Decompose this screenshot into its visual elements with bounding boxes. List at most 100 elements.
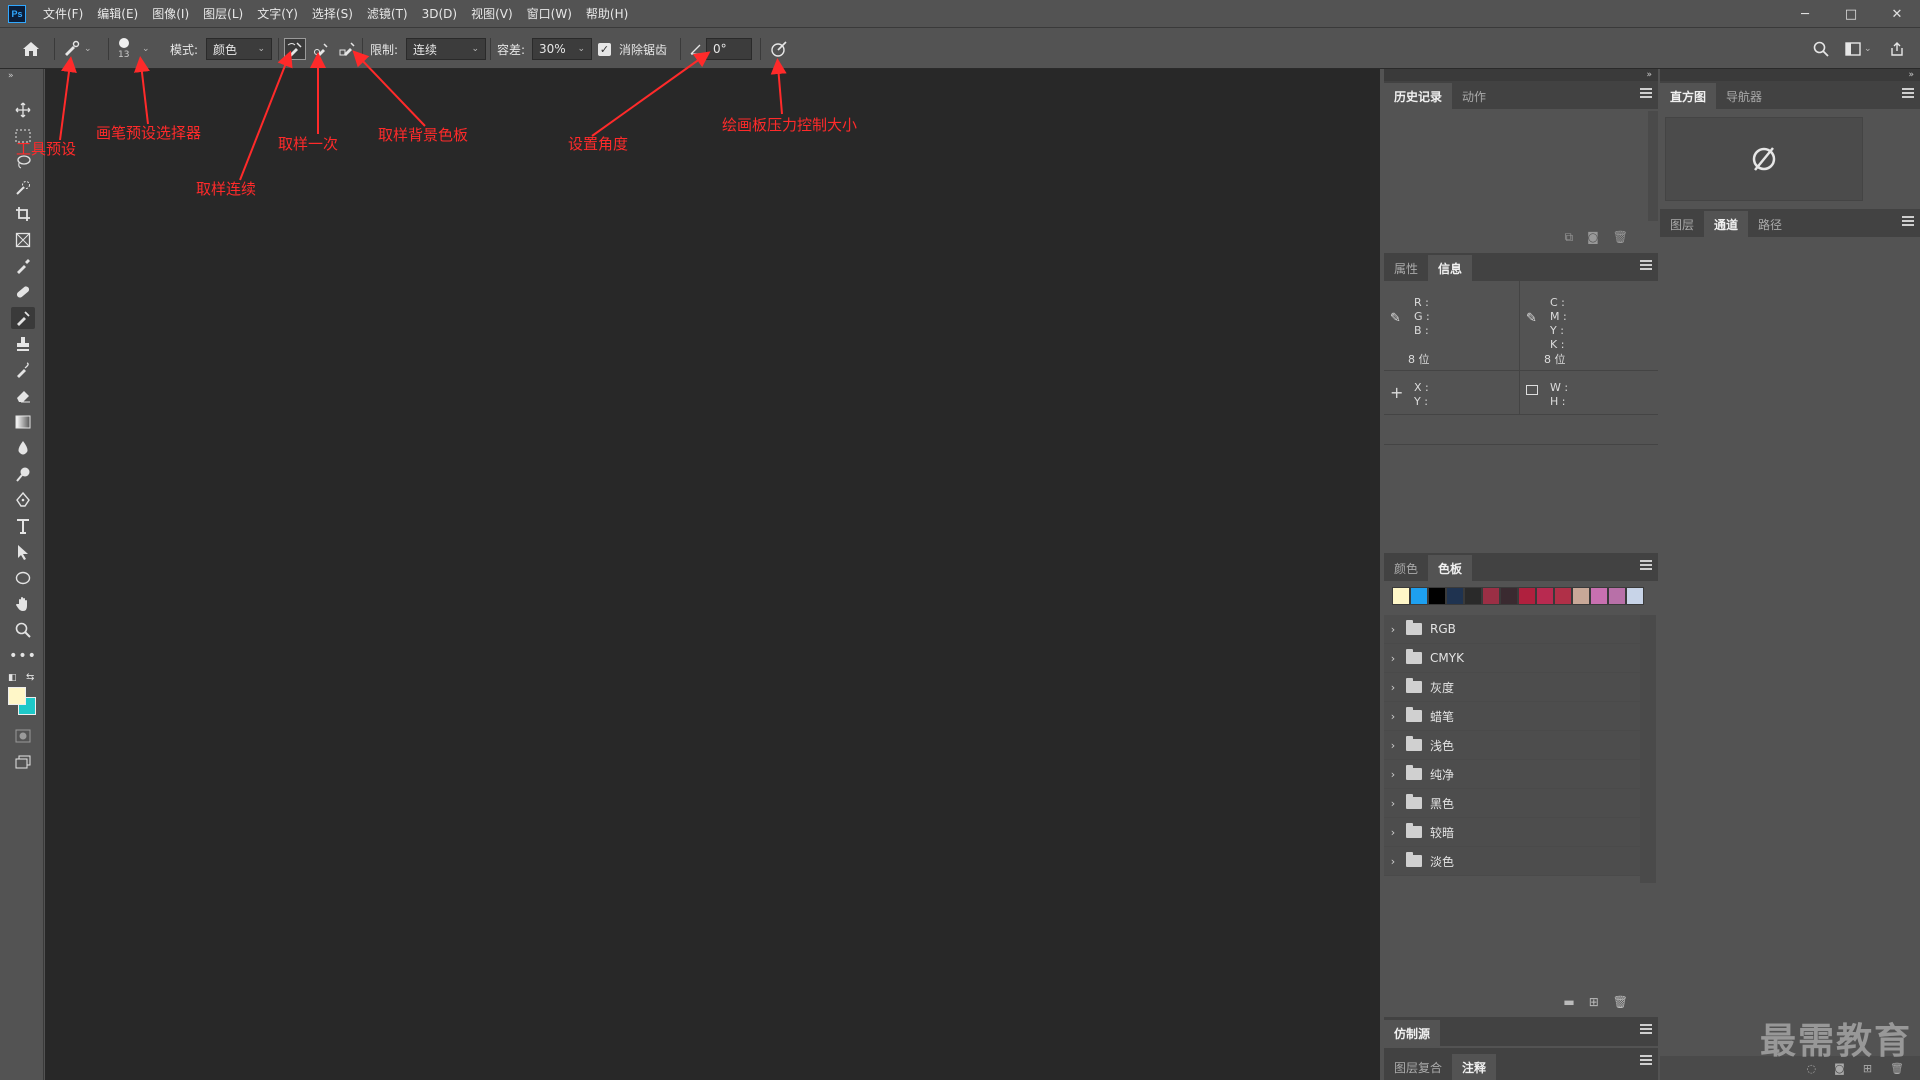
trash-icon[interactable]: 🗑 — [1613, 230, 1628, 245]
tool-preset-picker[interactable]: ⌄ — [60, 29, 92, 69]
default-colors-icon[interactable]: ◧ — [8, 673, 17, 683]
menu-3d[interactable]: 3D(D) — [415, 0, 464, 28]
angle-input[interactable]: 0° — [706, 38, 752, 60]
panel-menu-icon[interactable] — [1902, 88, 1914, 98]
swatch-group[interactable]: › 蜡笔 — [1384, 702, 1640, 731]
crop-tool[interactable] — [11, 203, 35, 225]
chevron-right-icon[interactable]: › — [1384, 623, 1402, 636]
swatch[interactable] — [1428, 587, 1446, 605]
tab-swatches[interactable]: 色板 — [1428, 555, 1473, 581]
menu-type[interactable]: 文字(Y) — [250, 0, 305, 28]
frame-tool[interactable] — [11, 229, 35, 251]
eraser-tool[interactable] — [11, 385, 35, 407]
new-group-icon[interactable]: ▬ — [1563, 995, 1574, 1009]
panel-menu-icon[interactable] — [1640, 560, 1652, 570]
chevron-right-icon[interactable]: › — [1384, 739, 1402, 752]
quick-selection-tool[interactable] — [11, 177, 35, 199]
tab-paths[interactable]: 路径 — [1748, 211, 1792, 237]
swatch[interactable] — [1536, 587, 1554, 605]
menu-view[interactable]: 视图(V) — [464, 0, 520, 28]
tab-channels[interactable]: 通道 — [1704, 211, 1749, 237]
quick-mask-button[interactable] — [11, 725, 35, 747]
zoom-tool[interactable] — [11, 619, 35, 641]
minimize-button[interactable]: ─ — [1782, 0, 1828, 28]
swatch[interactable] — [1410, 587, 1428, 605]
sample-once-button[interactable] — [310, 38, 332, 60]
history-brush-tool[interactable] — [11, 359, 35, 381]
chevron-right-icon[interactable]: › — [1384, 681, 1402, 694]
swatch-group[interactable]: › 黑色 — [1384, 789, 1640, 818]
swatch[interactable] — [1626, 587, 1644, 605]
path-selection-tool[interactable] — [11, 541, 35, 563]
edit-toolbar-button[interactable]: ••• — [9, 645, 36, 667]
trash-icon[interactable]: 🗑 — [1613, 995, 1628, 1009]
eyedropper-tool[interactable] — [11, 255, 35, 277]
swatch-group[interactable]: › CMYK — [1384, 644, 1640, 673]
tab-properties[interactable]: 属性 — [1384, 255, 1428, 281]
swatch[interactable] — [1446, 587, 1464, 605]
tab-clone-source[interactable]: 仿制源 — [1384, 1020, 1441, 1046]
chevron-right-icon[interactable]: › — [1384, 710, 1402, 723]
hand-tool[interactable] — [11, 593, 35, 615]
chevron-right-icon[interactable]: › — [1384, 652, 1402, 665]
menu-window[interactable]: 窗口(W) — [520, 0, 579, 28]
menu-edit[interactable]: 编辑(E) — [90, 0, 145, 28]
antialias-checkbox[interactable]: ✓ — [598, 42, 611, 56]
panel-menu-icon[interactable] — [1640, 1055, 1652, 1065]
gradient-tool[interactable] — [11, 411, 35, 433]
sample-background-swatch-button[interactable] — [336, 38, 358, 60]
panel-menu-icon[interactable] — [1640, 1024, 1652, 1034]
swatch-group[interactable]: › 灰度 — [1384, 673, 1640, 702]
dodge-tool[interactable] — [11, 463, 35, 485]
close-button[interactable]: ✕ — [1874, 0, 1920, 28]
scrollbar[interactable] — [1648, 111, 1658, 221]
tab-info[interactable]: 信息 — [1428, 255, 1473, 281]
tab-color[interactable]: 颜色 — [1384, 555, 1428, 581]
share-icon[interactable] — [1886, 38, 1908, 60]
swatch-group[interactable]: › 纯净 — [1384, 760, 1640, 789]
home-button[interactable] — [20, 29, 42, 69]
tolerance-input[interactable]: 30% ⌄ — [532, 38, 592, 60]
chevron-right-icon[interactable]: › — [1384, 855, 1402, 868]
swatch[interactable] — [1518, 587, 1536, 605]
scrollbar[interactable] — [1640, 615, 1656, 883]
tab-notes[interactable]: 注释 — [1452, 1054, 1497, 1080]
clone-stamp-tool[interactable] — [11, 333, 35, 355]
tab-layers[interactable]: 图层 — [1660, 211, 1704, 237]
swatch-group[interactable]: › 较暗 — [1384, 818, 1640, 847]
menu-image[interactable]: 图像(I) — [145, 0, 196, 28]
screen-mode-button[interactable] — [11, 751, 35, 773]
pen-tool[interactable] — [11, 489, 35, 511]
ellipse-tool[interactable] — [11, 567, 35, 589]
panel-collapse-strip[interactable]: » — [1384, 69, 1658, 81]
swatch[interactable] — [1392, 587, 1410, 605]
menu-layer[interactable]: 图层(L) — [196, 0, 250, 28]
document-canvas[interactable] — [45, 69, 1380, 1080]
new-document-from-state-icon[interactable]: ⧉ — [1565, 230, 1574, 245]
foreground-color-swatch[interactable] — [8, 687, 26, 705]
swatch[interactable] — [1590, 587, 1608, 605]
workspace-icon[interactable] — [1842, 38, 1864, 60]
menu-file[interactable]: 文件(F) — [36, 0, 90, 28]
expand-icon[interactable]: » — [8, 71, 14, 81]
swatch[interactable] — [1482, 587, 1500, 605]
tablet-pressure-size-button[interactable] — [768, 38, 790, 60]
tab-histogram[interactable]: 直方图 — [1660, 83, 1717, 109]
swatch[interactable] — [1554, 587, 1572, 605]
menu-select[interactable]: 选择(S) — [305, 0, 360, 28]
swap-colors-icon[interactable]: ⇆ — [26, 672, 34, 683]
sample-continuous-button[interactable] — [284, 38, 306, 60]
menu-filter[interactable]: 滤镜(T) — [360, 0, 415, 28]
chevron-right-icon[interactable]: › — [1384, 768, 1402, 781]
swatch[interactable] — [1572, 587, 1590, 605]
healing-brush-tool[interactable] — [11, 281, 35, 303]
new-swatch-icon[interactable]: ⊞ — [1589, 995, 1599, 1009]
move-tool[interactable] — [11, 99, 35, 121]
type-tool[interactable] — [11, 515, 35, 537]
panel-collapse-strip[interactable]: » — [1660, 69, 1920, 81]
tab-layer-comps[interactable]: 图层复合 — [1384, 1054, 1452, 1080]
tab-history[interactable]: 历史记录 — [1384, 83, 1453, 109]
swatch-group[interactable]: › 淡色 — [1384, 847, 1640, 876]
camera-icon[interactable]: ◙ — [1587, 230, 1599, 245]
swatch-group[interactable]: › 浅色 — [1384, 731, 1640, 760]
